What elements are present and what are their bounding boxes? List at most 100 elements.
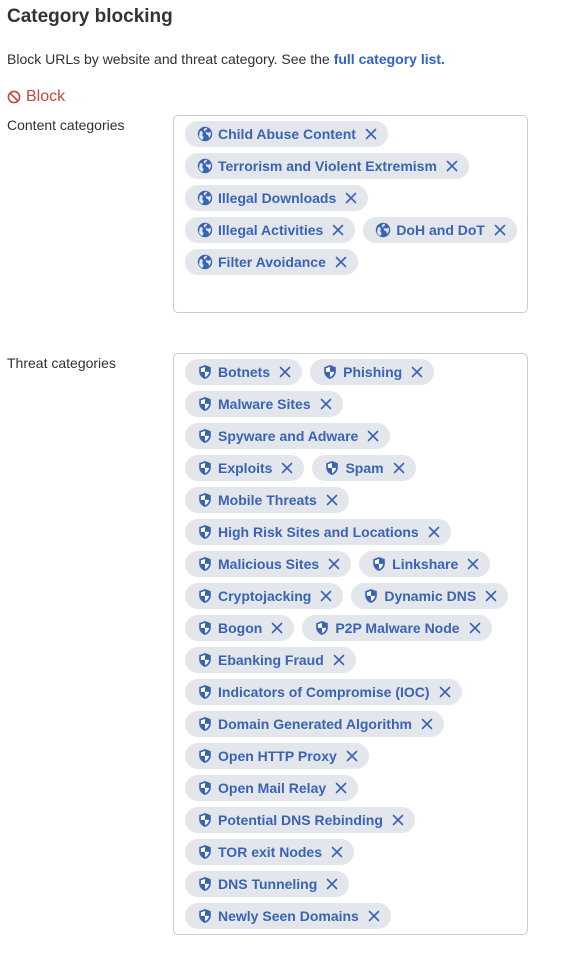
shield-icon [197, 428, 213, 444]
shield-icon [314, 620, 330, 636]
block-heading: Block [7, 88, 65, 106]
category-chip-newly-seen-domains[interactable]: Newly Seen Domains [185, 903, 391, 929]
shield-icon [322, 364, 338, 380]
category-chip-bogon[interactable]: Bogon [185, 615, 295, 641]
category-chip-cryptojacking[interactable]: Cryptojacking [185, 583, 344, 609]
chip-label: Illegal Activities [218, 222, 324, 238]
chip-label: Cryptojacking [218, 588, 312, 604]
globe-icon [197, 190, 213, 206]
shield-icon [197, 908, 213, 924]
remove-chip-close-icon[interactable] [438, 685, 452, 699]
remove-chip-close-icon[interactable] [327, 557, 341, 571]
shield-icon [197, 716, 213, 732]
category-chip-illegal-downloads[interactable]: Illegal Downloads [185, 185, 369, 211]
category-chip-domain-generated-algorithm[interactable]: Domain Generated Algorithm [185, 711, 444, 737]
remove-chip-close-icon[interactable] [367, 909, 381, 923]
chip-label: Dynamic DNS [384, 588, 477, 604]
category-chip-malware-sites[interactable]: Malware Sites [185, 391, 343, 417]
category-chip-terrorism-and-violent-extremism[interactable]: Terrorism and Violent Extremism [185, 153, 469, 179]
remove-chip-close-icon[interactable] [319, 589, 333, 603]
remove-chip-close-icon[interactable] [332, 653, 346, 667]
chip-label: P2P Malware Node [335, 620, 460, 636]
category-chip-illegal-activities[interactable]: Illegal Activities [185, 217, 356, 243]
shield-icon [197, 620, 213, 636]
content-categories-label: Content categories [7, 117, 125, 133]
category-chip-malicious-sites[interactable]: Malicious Sites [185, 551, 352, 577]
remove-chip-close-icon[interactable] [466, 557, 480, 571]
remove-chip-close-icon[interactable] [325, 493, 339, 507]
remove-chip-close-icon[interactable] [391, 813, 405, 827]
category-chip-dns-tunneling[interactable]: DNS Tunneling [185, 871, 350, 897]
remove-chip-close-icon[interactable] [493, 223, 507, 237]
chip-label: Child Abuse Content [218, 126, 356, 142]
chip-label: Ebanking Fraud [218, 652, 324, 668]
chip-label: Illegal Downloads [218, 190, 337, 206]
remove-chip-close-icon[interactable] [278, 365, 292, 379]
remove-chip-close-icon[interactable] [325, 877, 339, 891]
remove-chip-close-icon[interactable] [364, 127, 378, 141]
category-chip-linkshare[interactable]: Linkshare [359, 551, 491, 577]
remove-chip-close-icon[interactable] [392, 461, 406, 475]
threat-categories-box[interactable]: Botnets Phishing Malware Sites Spyware and … [173, 353, 528, 935]
remove-chip-close-icon[interactable] [366, 429, 380, 443]
remove-chip-close-icon[interactable] [270, 621, 284, 635]
remove-chip-close-icon[interactable] [319, 397, 333, 411]
remove-chip-close-icon[interactable] [468, 621, 482, 635]
chip-label: Newly Seen Domains [218, 908, 359, 924]
description-text: Block URLs by website and threat categor… [7, 51, 330, 67]
remove-chip-close-icon[interactable] [334, 255, 348, 269]
category-chip-open-mail-relay[interactable]: Open Mail Relay [185, 775, 359, 801]
remove-chip-close-icon[interactable] [331, 223, 345, 237]
category-chip-phishing[interactable]: Phishing [310, 359, 435, 385]
category-chip-indicators-of-compromise-ioc[interactable]: Indicators of Compromise (IOC) [185, 679, 462, 705]
category-chip-exploits[interactable]: Exploits [185, 455, 305, 481]
category-chip-spyware-and-adware[interactable]: Spyware and Adware [185, 423, 391, 449]
shield-icon [197, 492, 213, 508]
chip-label: Exploits [218, 460, 273, 476]
globe-icon [197, 254, 213, 270]
remove-chip-close-icon[interactable] [334, 781, 348, 795]
category-chip-p2p-malware-node[interactable]: P2P Malware Node [302, 615, 492, 641]
shield-icon [197, 524, 213, 540]
globe-icon [197, 126, 213, 142]
shield-icon [197, 812, 213, 828]
category-chip-potential-dns-rebinding[interactable]: Potential DNS Rebinding [185, 807, 415, 833]
category-chip-ebanking-fraud[interactable]: Ebanking Fraud [185, 647, 356, 673]
chip-label: TOR exit Nodes [218, 844, 322, 860]
chip-label: Terrorism and Violent Extremism [218, 158, 437, 174]
remove-chip-close-icon[interactable] [410, 365, 424, 379]
category-chip-open-http-proxy[interactable]: Open HTTP Proxy [185, 743, 369, 769]
category-chip-spam[interactable]: Spam [312, 455, 416, 481]
shield-icon [197, 844, 213, 860]
chip-label: High Risk Sites and Locations [218, 524, 419, 540]
threat-categories-label: Threat categories [7, 355, 116, 371]
content-categories-box[interactable]: Child Abuse Content Terrorism and Violent… [173, 115, 528, 313]
remove-chip-close-icon[interactable] [330, 845, 344, 859]
chip-label: Bogon [218, 620, 263, 636]
chip-label: Indicators of Compromise (IOC) [218, 684, 430, 700]
remove-chip-close-icon[interactable] [344, 191, 358, 205]
remove-chip-close-icon[interactable] [280, 461, 294, 475]
category-chip-high-risk-sites-and-locations[interactable]: High Risk Sites and Locations [185, 519, 451, 545]
chip-label: Domain Generated Algorithm [218, 716, 412, 732]
category-chip-mobile-threats[interactable]: Mobile Threats [185, 487, 349, 513]
remove-chip-close-icon[interactable] [445, 159, 459, 173]
chip-label: Open HTTP Proxy [218, 748, 337, 764]
category-chip-child-abuse-content[interactable]: Child Abuse Content [185, 121, 388, 147]
block-label: Block [26, 88, 66, 105]
shield-icon [371, 556, 387, 572]
chip-label: Mobile Threats [218, 492, 317, 508]
description: Block URLs by website and threat categor… [7, 51, 445, 67]
category-chip-dynamic-dns[interactable]: Dynamic DNS [351, 583, 509, 609]
full-category-list-link[interactable]: full category list. [334, 51, 445, 67]
globe-icon [197, 158, 213, 174]
shield-icon [197, 652, 213, 668]
remove-chip-close-icon[interactable] [420, 717, 434, 731]
remove-chip-close-icon[interactable] [484, 589, 498, 603]
remove-chip-close-icon[interactable] [345, 749, 359, 763]
category-chip-doh-and-dot[interactable]: DoH and DoT [363, 217, 517, 243]
remove-chip-close-icon[interactable] [427, 525, 441, 539]
category-chip-botnets[interactable]: Botnets [185, 359, 303, 385]
category-chip-tor-exit-nodes[interactable]: TOR exit Nodes [185, 839, 354, 865]
category-chip-filter-avoidance[interactable]: Filter Avoidance [185, 249, 358, 275]
